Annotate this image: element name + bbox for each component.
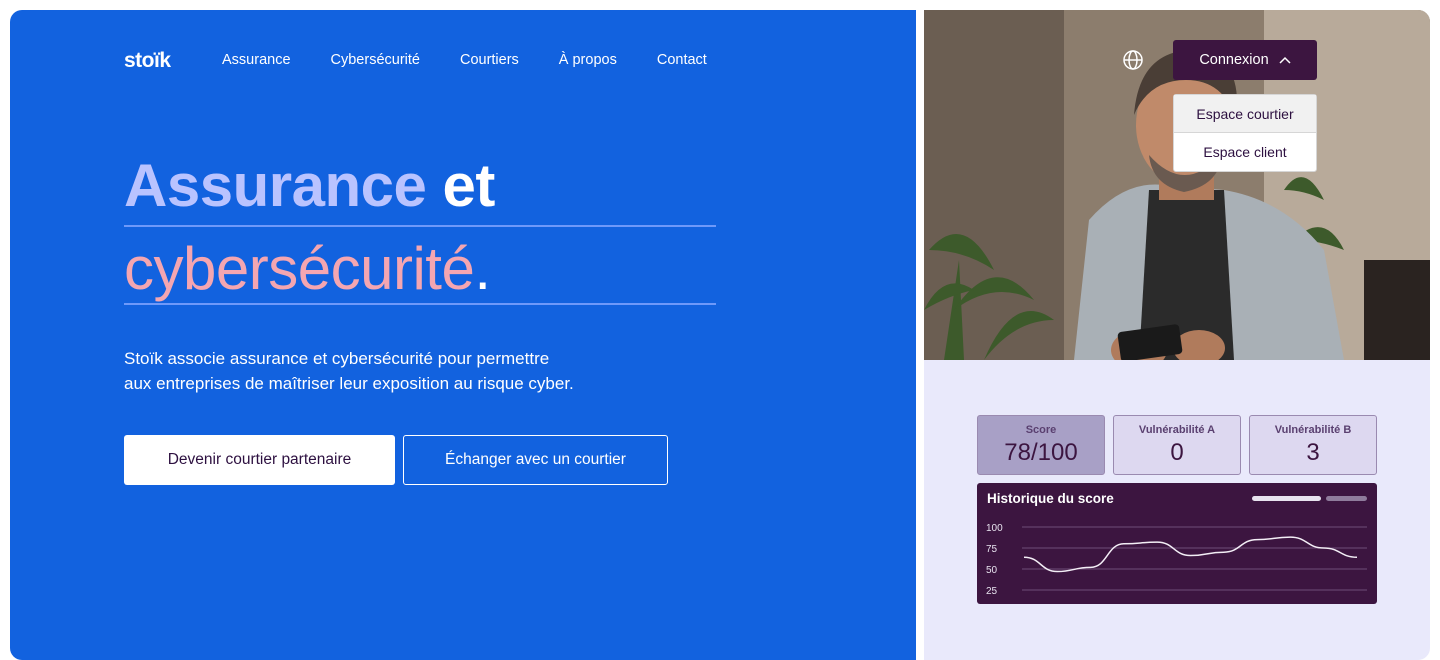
nav-item-a-propos[interactable]: À propos	[559, 52, 617, 68]
login-button-label: Connexion	[1199, 52, 1269, 68]
chevron-up-icon	[1279, 52, 1291, 68]
heading-word-cybersecurite: cybersécurité	[124, 235, 475, 302]
heading-period: .	[474, 235, 491, 302]
nav-item-assurance[interactable]: Assurance	[222, 52, 291, 68]
menu-item-espace-client[interactable]: Espace client	[1174, 133, 1316, 171]
score-card: Score 78/100	[977, 415, 1105, 475]
heading-divider	[124, 303, 716, 305]
y-tick-label: 75	[986, 544, 998, 555]
score-history-chart: Historique du score 100 75 50 25	[977, 483, 1377, 604]
nav-item-cybersecurite[interactable]: Cybersécurité	[331, 52, 420, 68]
menu-item-espace-courtier[interactable]: Espace courtier	[1174, 95, 1316, 133]
chart-toggle-inactive	[1326, 496, 1367, 501]
hero-photo: Connexion Espace courtier Espace client	[924, 10, 1430, 360]
y-tick-label: 50	[986, 565, 998, 576]
hero-heading-line-1: Assurance et	[124, 156, 495, 216]
vulnerability-b-label: Vulnérabilité B	[1274, 424, 1352, 436]
heading-word-et: et	[442, 152, 496, 219]
hero-description-line: Stoïk associe assurance et cybersécurité…	[124, 349, 550, 368]
vulnerability-a-card: Vulnérabilité A 0	[1113, 415, 1241, 475]
chart-toggle-active	[1252, 496, 1321, 501]
hero-description-line: aux entreprises de maîtriser leur exposi…	[124, 374, 574, 393]
talk-to-broker-button[interactable]: Échanger avec un courtier	[403, 435, 668, 485]
become-partner-broker-button[interactable]: Devenir courtier partenaire	[124, 435, 395, 485]
vulnerability-a-label: Vulnérabilité A	[1138, 424, 1216, 436]
vulnerability-b-value: 3	[1306, 439, 1320, 466]
nav-item-contact[interactable]: Contact	[657, 52, 707, 68]
vulnerability-b-card: Vulnérabilité B 3	[1249, 415, 1377, 475]
login-button[interactable]: Connexion	[1173, 40, 1317, 80]
visual-panel: Connexion Espace courtier Espace client …	[924, 10, 1430, 660]
heading-divider	[124, 225, 716, 227]
stoik-logo[interactable]: stoïk	[124, 49, 171, 73]
login-dropdown-menu: Espace courtier Espace client	[1173, 94, 1317, 172]
score-value: 78/100	[1004, 439, 1078, 466]
vulnerability-a-value: 0	[1170, 439, 1184, 466]
score-series-line	[1023, 536, 1358, 573]
nav-item-courtiers[interactable]: Courtiers	[460, 52, 519, 68]
hero-section: stoïk Assurance Cybersécurité Courtiers …	[10, 10, 916, 660]
heading-word-assurance: Assurance	[124, 152, 427, 219]
y-tick-label: 100	[986, 523, 1003, 534]
score-label: Score	[1025, 424, 1057, 436]
hero-description: Stoïk associe assurance et cybersécurité…	[124, 346, 684, 396]
hero-heading-line-2: cybersécurité.	[124, 239, 491, 299]
y-tick-label: 25	[986, 586, 998, 597]
main-nav: Assurance Cybersécurité Courtiers À prop…	[222, 52, 707, 68]
chart-plot: 100 75 50 25	[986, 496, 1367, 597]
language-globe-icon[interactable]	[1122, 49, 1144, 76]
